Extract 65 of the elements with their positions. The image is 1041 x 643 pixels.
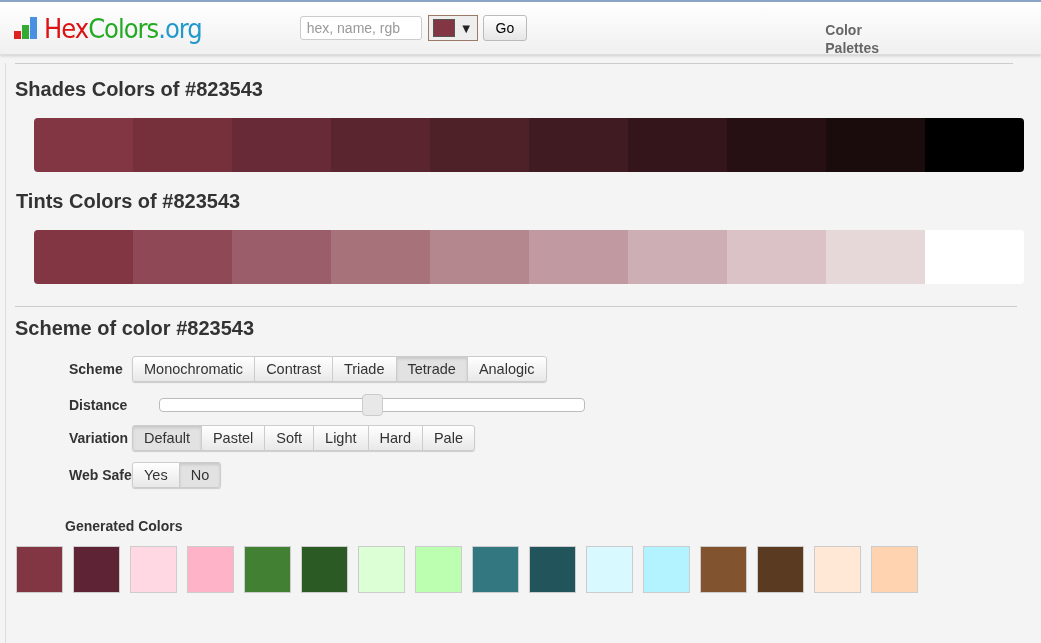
color-swatch[interactable]	[628, 230, 727, 284]
color-swatch[interactable]	[34, 230, 133, 284]
slider-thumb[interactable]	[362, 394, 383, 416]
field-label: Distance	[69, 396, 129, 414]
color-swatch[interactable]	[187, 546, 234, 593]
color-swatch[interactable]	[871, 546, 918, 593]
color-swatch[interactable]	[358, 546, 405, 593]
color-swatch[interactable]	[430, 118, 529, 172]
color-swatch[interactable]	[727, 118, 826, 172]
search-field[interactable]: hex, name, rgb	[299, 16, 422, 40]
section-title: Scheme of color #823543	[15, 316, 255, 341]
color-swatch[interactable]	[925, 230, 1024, 284]
color-swatch[interactable]	[430, 230, 529, 284]
color-swatch[interactable]	[925, 118, 1024, 172]
go-button[interactable]: Go	[482, 15, 528, 41]
color-swatch[interactable]	[826, 230, 925, 284]
option-button[interactable]: Pale	[421, 425, 475, 451]
option-button[interactable]: Hard	[367, 425, 423, 451]
color-swatch[interactable]	[628, 118, 727, 172]
color-swatch[interactable]	[529, 546, 576, 593]
color-swatch[interactable]	[331, 118, 430, 172]
color-swatch[interactable]	[16, 546, 63, 593]
color-swatch[interactable]	[133, 118, 232, 172]
color-swatch[interactable]	[331, 230, 430, 284]
color-swatch[interactable]	[232, 230, 331, 284]
color-swatch[interactable]	[700, 546, 747, 593]
color-swatch[interactable]	[757, 546, 804, 593]
section-title: Shades Colors of #823543	[15, 77, 264, 102]
color-swatch[interactable]	[34, 118, 133, 172]
field-label: Web Safe	[69, 466, 132, 484]
field-label: Scheme	[69, 360, 124, 378]
section-title: Generated Colors	[65, 518, 184, 534]
option-button[interactable]: Soft	[264, 425, 315, 451]
color-swatch[interactable]	[73, 546, 120, 593]
option-button[interactable]: Contrast	[254, 356, 333, 382]
field-label: Variation	[69, 429, 130, 447]
color-swatch[interactable]	[643, 546, 690, 593]
color-swatch[interactable]	[133, 230, 232, 284]
option-button[interactable]: Pastel	[200, 425, 266, 451]
color-swatch[interactable]	[472, 546, 519, 593]
color-swatch[interactable]	[586, 546, 633, 593]
color-picker[interactable]: ▼	[427, 15, 478, 41]
color-swatch[interactable]	[415, 546, 462, 593]
color-swatch[interactable]	[244, 546, 291, 593]
option-button[interactable]: Monochromatic	[132, 356, 256, 382]
caret-icon: ▼	[459, 20, 473, 36]
color-swatch[interactable]	[727, 230, 826, 284]
color-swatch[interactable]	[301, 546, 348, 593]
section-title: Tints Colors of #823543	[15, 189, 242, 214]
color-swatch[interactable]	[130, 546, 177, 593]
option-button[interactable]: Yes	[132, 462, 180, 488]
option-button[interactable]: Default	[132, 425, 202, 451]
color-swatch[interactable]	[814, 546, 861, 593]
color-swatch[interactable]	[529, 230, 628, 284]
option-button[interactable]: Triade	[331, 356, 397, 382]
color-swatch[interactable]	[529, 118, 628, 172]
site-logo[interactable]: HexColors.org	[44, 12, 202, 44]
logo-icon	[14, 15, 40, 41]
option-button[interactable]: Light	[313, 425, 369, 451]
option-button[interactable]: Analogic	[466, 356, 547, 382]
color-swatch[interactable]	[826, 118, 925, 172]
option-button[interactable]: No	[178, 462, 222, 488]
color-swatch[interactable]	[232, 118, 331, 172]
nav-link[interactable]: Color Palettes	[825, 21, 896, 57]
option-button[interactable]: Tetrade	[395, 356, 468, 382]
